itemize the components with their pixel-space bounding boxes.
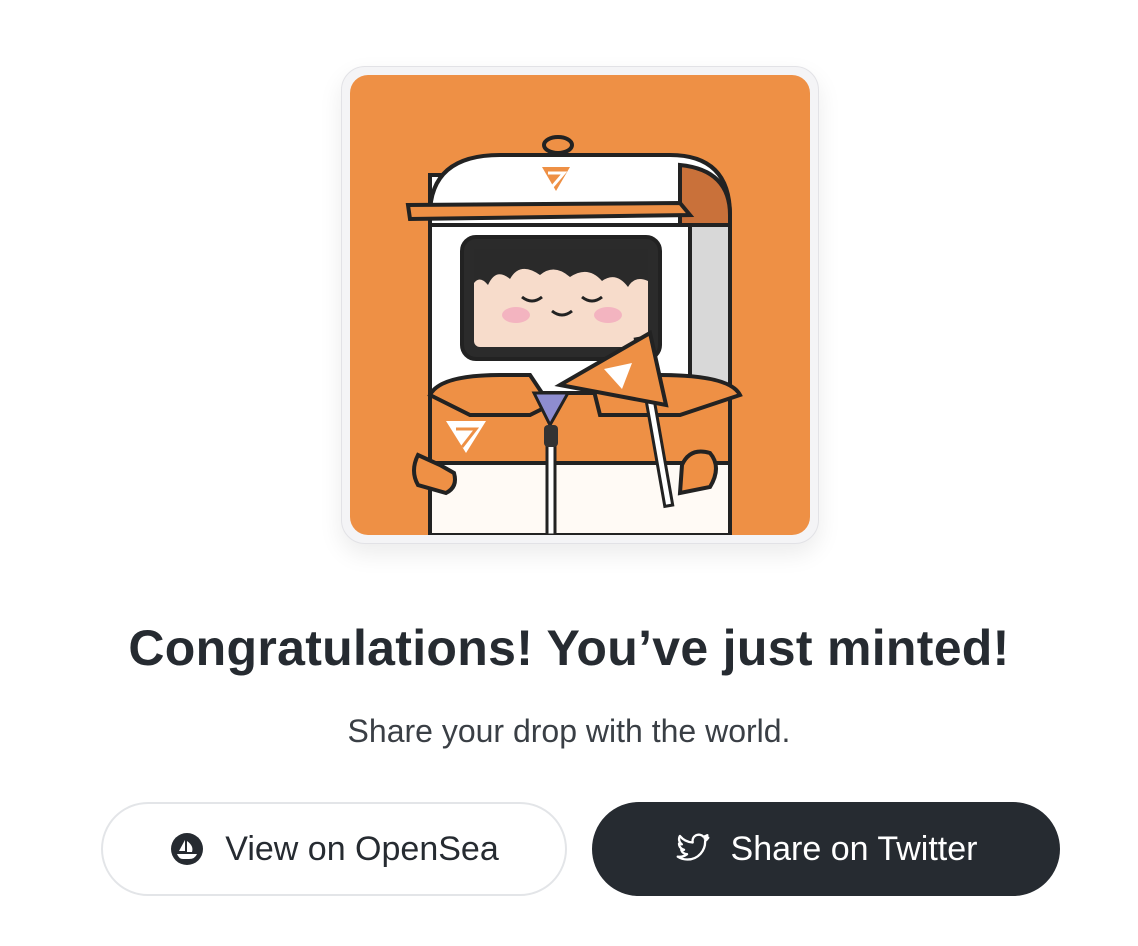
view-on-opensea-label: View on OpenSea: [225, 829, 499, 868]
opensea-icon: [169, 831, 205, 867]
twitter-bird-icon: [675, 831, 711, 867]
view-on-opensea-button[interactable]: View on OpenSea: [101, 802, 567, 896]
mint-success-page: Congratulations! You’ve just minted! Sha…: [0, 0, 1138, 946]
nft-image: [350, 75, 810, 535]
share-on-twitter-button[interactable]: Share on Twitter: [592, 802, 1060, 896]
nft-image-card: [341, 66, 819, 544]
page-subtitle: Share your drop with the world.: [347, 713, 791, 749]
page-title: Congratulations! You’ve just minted!: [128, 620, 1010, 676]
share-on-twitter-label: Share on Twitter: [730, 829, 978, 868]
